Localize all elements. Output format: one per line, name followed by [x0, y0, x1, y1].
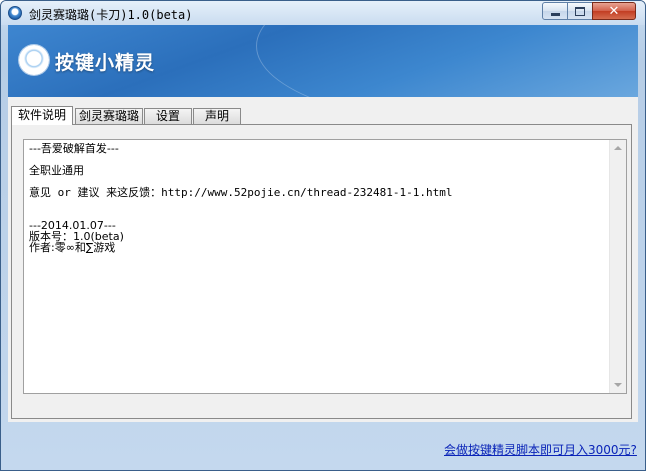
vertical-scrollbar[interactable]: [609, 140, 626, 393]
main-panel: 软件说明 剑灵赛璐璐 设置 声明 ---吾爱破解首发--- 全职业通用 意见 o…: [8, 97, 638, 422]
close-icon: ✕: [608, 3, 620, 19]
tab-settings[interactable]: 设置: [144, 108, 192, 124]
promo-link[interactable]: 会做按键精灵脚本即可月入3000元?: [444, 441, 637, 458]
arrow-down-icon: [614, 383, 622, 387]
feedback-line: 意见 or 建议 来这反馈：http://www.52pojie.cn/thre…: [29, 186, 453, 199]
app-window: 剑灵赛璐璐(卡刀)1.0(beta) ✕ 按键小精灵 软件说明 剑灵赛璐璐 设置…: [0, 0, 646, 471]
minimize-button[interactable]: [542, 2, 568, 20]
close-button[interactable]: ✕: [592, 2, 636, 20]
logo-icon: [19, 45, 49, 75]
logo-text: 按键小精灵: [55, 52, 156, 74]
tab-statement[interactable]: 声明: [193, 108, 241, 124]
arrow-up-icon: [614, 146, 622, 150]
info-textbox[interactable]: ---吾爱破解首发--- 全职业通用 意见 or 建议 来这反馈：http://…: [23, 139, 627, 394]
author-line: 作者:零∞和∑游戏: [29, 241, 116, 254]
brand-banner: 按键小精灵: [8, 25, 638, 97]
tab-software-info[interactable]: 软件说明: [11, 106, 73, 125]
tab-page-software-info: ---吾爱破解首发--- 全职业通用 意见 or 建议 来这反馈：http://…: [11, 124, 632, 419]
minimize-icon: [543, 3, 567, 19]
text-line: 全职业通用: [29, 164, 84, 177]
info-text: ---吾爱破解首发--- 全职业通用 意见 or 建议 来这反馈：http://…: [29, 143, 604, 391]
scroll-down-button[interactable]: [610, 377, 626, 393]
tab-celluloid[interactable]: 剑灵赛璐璐: [75, 108, 143, 124]
maximize-icon: [568, 3, 592, 19]
text-line: ---吾爱破解首发---: [29, 143, 119, 155]
scroll-up-button[interactable]: [610, 140, 626, 156]
window-title: 剑灵赛璐璐(卡刀)1.0(beta): [29, 8, 193, 22]
version-line: 版本号：1.0(beta): [29, 230, 124, 243]
title-bar[interactable]: 剑灵赛璐璐(卡刀)1.0(beta) ✕: [1, 1, 645, 25]
app-icon[interactable]: [8, 6, 22, 20]
maximize-button[interactable]: [567, 2, 593, 20]
